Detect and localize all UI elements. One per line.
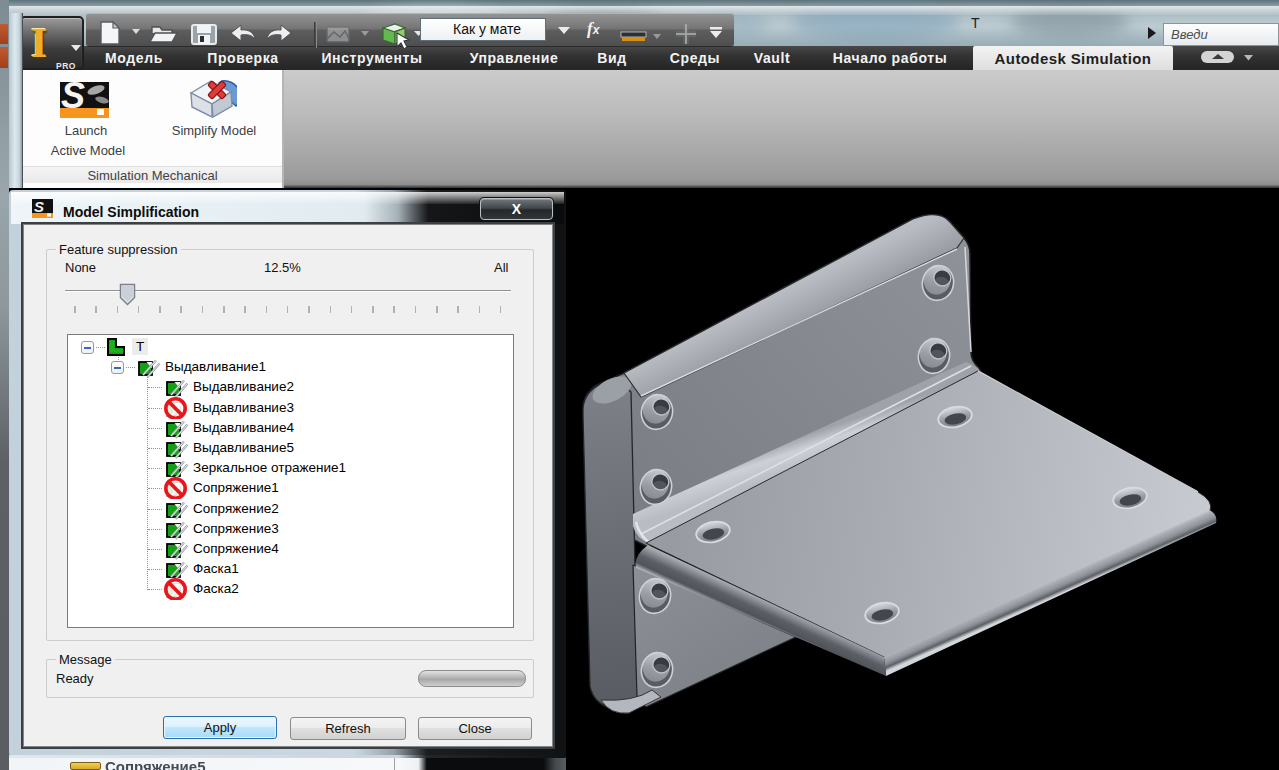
svg-text:S: S	[34, 199, 44, 215]
